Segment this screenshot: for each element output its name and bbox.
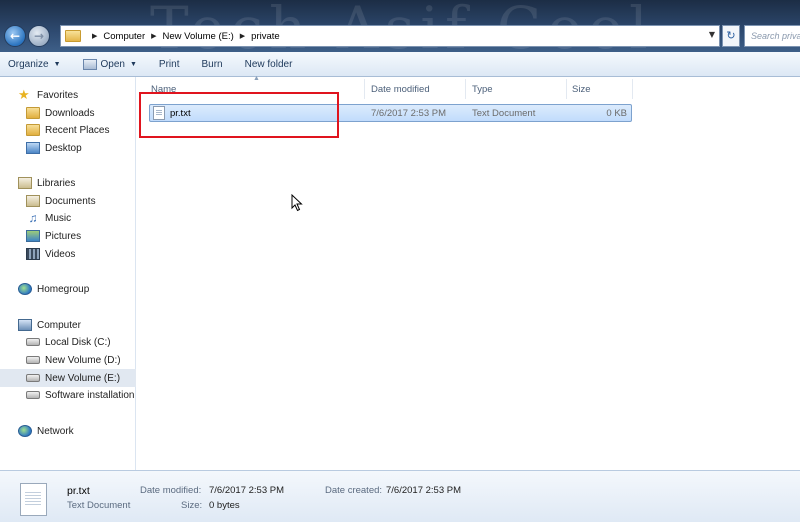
nav-music[interactable]: ♫ Music (0, 209, 136, 227)
open-button[interactable]: Open ▼ (82, 58, 137, 70)
file-size: 0 KB (606, 108, 627, 119)
nav-label: Network (37, 425, 74, 437)
film-icon (26, 248, 40, 260)
nav-local-disk-c[interactable]: Local Disk (C:) (0, 333, 136, 351)
music-note-icon: ♫ (28, 211, 38, 225)
print-button[interactable]: Print (159, 59, 180, 70)
nav-computer[interactable]: Computer (0, 316, 136, 334)
nav-new-volume-d[interactable]: New Volume (D:) (0, 351, 136, 369)
address-bar[interactable]: ▶ Computer ▶ New Volume (E:) ▶ private ▼ (60, 25, 720, 47)
recent-places-icon (26, 124, 40, 136)
nav-downloads[interactable]: Downloads (0, 104, 136, 122)
breadcrumb-separator-icon[interactable]: ▶ (92, 32, 97, 40)
search-input[interactable]: Search private (744, 25, 800, 47)
open-label: Open (100, 58, 125, 70)
column-size[interactable]: Size (572, 84, 590, 95)
organize-button[interactable]: Organize ▼ (8, 59, 61, 70)
nav-label: Music (45, 212, 72, 224)
nav-libraries[interactable]: Libraries (0, 174, 136, 192)
documents-icon (26, 195, 40, 207)
column-type[interactable]: Type (472, 84, 493, 95)
navigation-pane: ★ Favorites Downloads Recent Places Desk… (0, 77, 136, 470)
hard-drive-icon (26, 356, 40, 364)
nav-pictures[interactable]: Pictures (0, 227, 136, 245)
nav-label: Computer (37, 319, 81, 331)
column-date-modified[interactable]: Date modified (371, 84, 430, 95)
star-icon: ★ (18, 87, 30, 102)
details-size-value: 0 bytes (209, 500, 240, 511)
nav-new-volume-e[interactable]: New Volume (E:) (0, 369, 136, 387)
nav-desktop[interactable]: Desktop (0, 139, 136, 157)
column-divider[interactable] (364, 79, 365, 99)
details-file-name: pr.txt (67, 485, 90, 497)
details-date-modified-label: Date modified: (140, 485, 202, 496)
computer-icon (18, 319, 32, 331)
folder-icon (65, 30, 81, 42)
file-type: Text Document (472, 108, 536, 119)
command-bar: Organize ▼ Open ▼ Print Burn New folder (0, 52, 800, 77)
nav-software-installation[interactable]: Software installation (0, 386, 136, 404)
details-date-created-label: Date created: (325, 485, 383, 496)
column-divider[interactable] (632, 79, 633, 99)
nav-label: Homegroup (37, 283, 90, 295)
details-date-created-value: 7/6/2017 2:53 PM (386, 485, 461, 496)
nav-label: New Volume (D:) (45, 354, 121, 366)
file-date-modified: 7/6/2017 2:53 PM (371, 108, 446, 119)
details-size-label: Size: (181, 500, 203, 511)
nav-label: Desktop (45, 142, 82, 154)
hard-drive-icon (26, 338, 40, 346)
hard-drive-icon (26, 391, 40, 399)
nav-documents[interactable]: Documents (0, 192, 136, 210)
libraries-icon (18, 177, 32, 189)
nav-recent-places[interactable]: Recent Places (0, 121, 136, 139)
nav-label: Software installation (45, 389, 135, 401)
nav-label: Libraries (37, 177, 76, 189)
hard-drive-icon (26, 374, 40, 382)
back-button[interactable]: ← (4, 25, 26, 47)
nav-label: Documents (45, 195, 96, 207)
details-pane: pr.txt Text Document Date modified: 7/6/… (0, 470, 800, 522)
downloads-folder-icon (26, 107, 40, 119)
breadcrumb-separator-icon[interactable]: ▶ (240, 32, 245, 40)
breadcrumb-private[interactable]: private (251, 31, 280, 42)
network-icon (18, 425, 32, 437)
details-date-modified-value: 7/6/2017 2:53 PM (209, 485, 284, 496)
title-bar: Tech Asif Cool ← → ▶ Computer ▶ New Volu… (0, 0, 800, 62)
nav-label: Downloads (45, 107, 95, 119)
refresh-button[interactable]: ↻ (722, 25, 740, 47)
nav-label: Recent Places (45, 124, 110, 136)
chevron-down-icon: ▼ (53, 60, 61, 68)
nav-label: Favorites (37, 89, 79, 101)
new-folder-button[interactable]: New folder (245, 59, 293, 70)
forward-arrow-icon: → (33, 29, 45, 43)
annotation-highlight-box (139, 92, 339, 138)
nav-homegroup[interactable]: Homegroup (0, 280, 136, 298)
back-arrow-icon: ← (9, 29, 21, 43)
column-divider[interactable] (566, 79, 567, 99)
chevron-down-icon[interactable]: ▼ (130, 61, 137, 68)
nav-label: Videos (45, 248, 76, 260)
nav-network[interactable]: Network (0, 422, 136, 440)
organize-label: Organize (8, 58, 49, 70)
desktop-icon (26, 142, 40, 154)
breadcrumb-new-volume-e[interactable]: New Volume (E:) (163, 31, 234, 42)
column-divider[interactable] (465, 79, 466, 99)
nav-label: Local Disk (C:) (45, 336, 111, 348)
notepad-icon (82, 58, 97, 70)
nav-label: Pictures (45, 230, 82, 242)
forward-button[interactable]: → (28, 25, 50, 47)
nav-label: New Volume (E:) (45, 372, 121, 384)
homegroup-icon (18, 283, 32, 295)
nav-videos[interactable]: Videos (0, 245, 136, 263)
burn-button[interactable]: Burn (201, 59, 222, 70)
breadcrumb-separator-icon[interactable]: ▶ (151, 32, 156, 40)
details-file-type: Text Document (67, 500, 131, 511)
breadcrumb-computer[interactable]: Computer (103, 31, 145, 42)
nav-favorites[interactable]: ★ Favorites (0, 86, 136, 104)
pictures-icon (26, 230, 40, 242)
address-dropdown-icon[interactable]: ▼ (709, 30, 715, 39)
text-file-large-icon (20, 483, 47, 516)
sort-ascending-icon: ▲ (253, 75, 260, 82)
